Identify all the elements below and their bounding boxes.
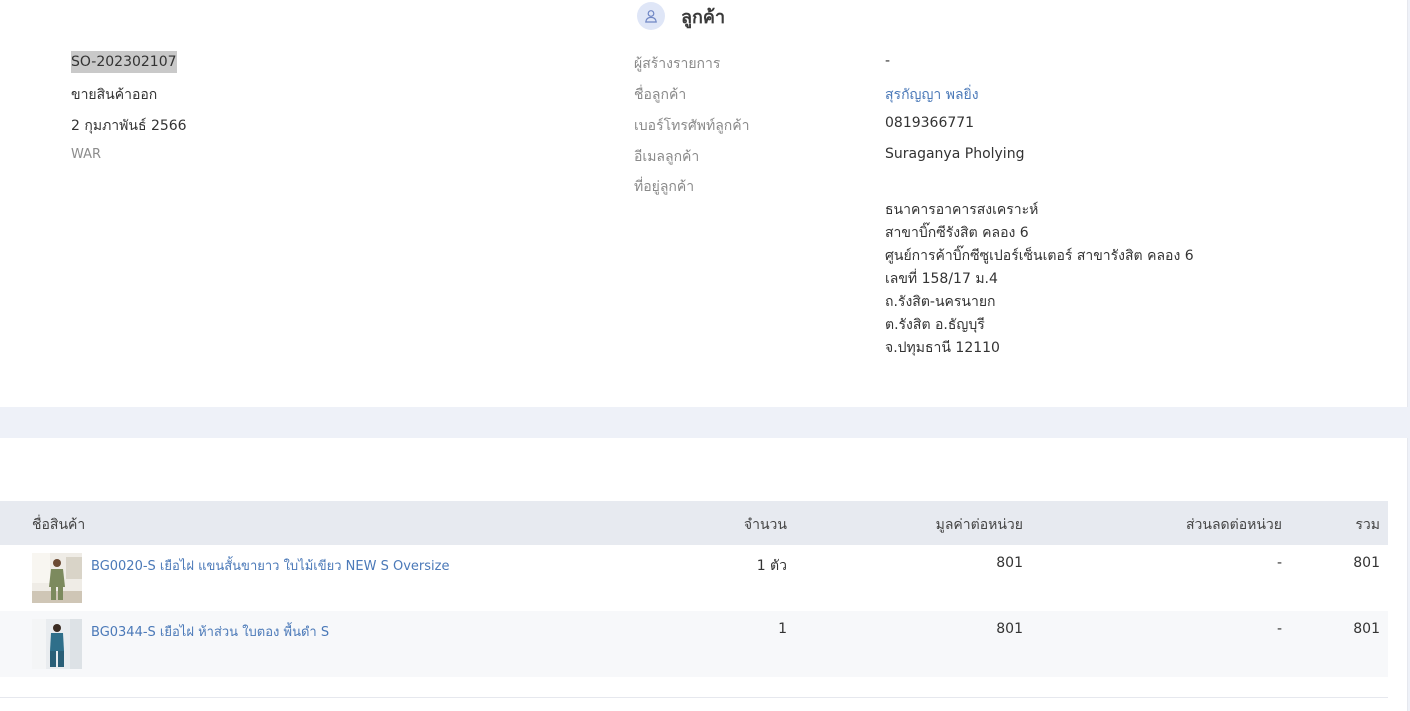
header-unit-discount: ส่วนลดต่อหน่วย (1185, 517, 1282, 533)
address-line: เลขที่ 158/17 ม.4 (885, 271, 998, 287)
table-header: ชื่อสินค้า จำนวน มูลค่าต่อหน่วย ส่วนลดต่… (0, 501, 1388, 545)
header-unit-price: มูลค่าต่อหน่วย (935, 517, 1023, 533)
products-table: ชื่อสินค้า จำนวน มูลค่าต่อหน่วย ส่วนลดต่… (0, 501, 1388, 677)
customer-section-header: ลูกค้า (637, 2, 725, 30)
header-quantity: จำนวน (743, 517, 787, 533)
creator-label: ผู้สร้างรายการ (634, 56, 721, 72)
unit-discount-cell: - (1276, 621, 1282, 637)
email-label: อีเมลลูกค้า (634, 149, 700, 165)
phone-value: 0819366771 (885, 115, 975, 131)
divider (0, 697, 1388, 698)
user-icon (637, 2, 665, 30)
customer-name-label: ชื่อลูกค้า (634, 87, 687, 103)
quantity-cell: 1 ตัว (756, 558, 787, 574)
header-total: รวม (1355, 517, 1380, 533)
unit-discount-cell: - (1276, 555, 1282, 571)
header-product-name: ชื่อสินค้า (32, 517, 86, 533)
address-line: สาขาบิ๊กซีรังสิต คลอง 6 (885, 225, 1029, 241)
order-type: ขายสินค้าออก (71, 87, 158, 103)
email-value: Suraganya Pholying (885, 146, 1025, 162)
total-cell: 801 (1353, 555, 1380, 571)
order-date: 2 กุมภาพันธ์ 2566 (71, 118, 187, 134)
address-label: ที่อยู่ลูกค้า (634, 179, 695, 195)
product-name-link[interactable]: BG0020-S เยือไฝ แขนสั้นขายาว ใบไม้เขียว … (91, 555, 449, 576)
phone-label: เบอร์โทรศัพท์ลูกค้า (634, 118, 750, 134)
address-line: ธนาคารอาคารสงเคราะห์ (885, 202, 1039, 218)
address-line: ศูนย์การค้าบิ๊กซีซูเปอร์เซ็นเตอร์ สาขารั… (885, 248, 1194, 264)
table-row: BG0020-S เยือไฝ แขนสั้นขายาว ใบไม้เขียว … (0, 545, 1388, 611)
address-line: ต.รังสิต อ.ธัญบุรี (885, 317, 985, 333)
unit-price-cell: 801 (996, 555, 1023, 571)
product-thumbnail[interactable] (32, 553, 82, 603)
customer-name-link[interactable]: สุรกัญญา พลยิ่ง (885, 84, 979, 106)
section-title: ลูกค้า (681, 6, 726, 28)
address-line: จ.ปทุมธานี 12110 (885, 340, 1000, 356)
quantity-cell: 1 (778, 621, 787, 637)
table-row: BG0344-S เยือไฝ ห้าส่วน ใบตอง พื้นดำ S 1… (0, 611, 1388, 677)
order-info-card: ลูกค้า SO-202302107 ขายสินค้าออก 2 กุมภา… (0, 0, 1408, 407)
product-name-link[interactable]: BG0344-S เยือไฝ ห้าส่วน ใบตอง พื้นดำ S (91, 621, 329, 642)
warehouse-code: WAR (71, 147, 102, 162)
address-line: ถ.รังสิต-นครนายก (885, 294, 996, 310)
total-cell: 801 (1353, 621, 1380, 637)
order-id[interactable]: SO-202302107 (71, 51, 177, 73)
product-thumbnail[interactable] (32, 619, 82, 669)
unit-price-cell: 801 (996, 621, 1023, 637)
creator-value: - (885, 53, 891, 69)
